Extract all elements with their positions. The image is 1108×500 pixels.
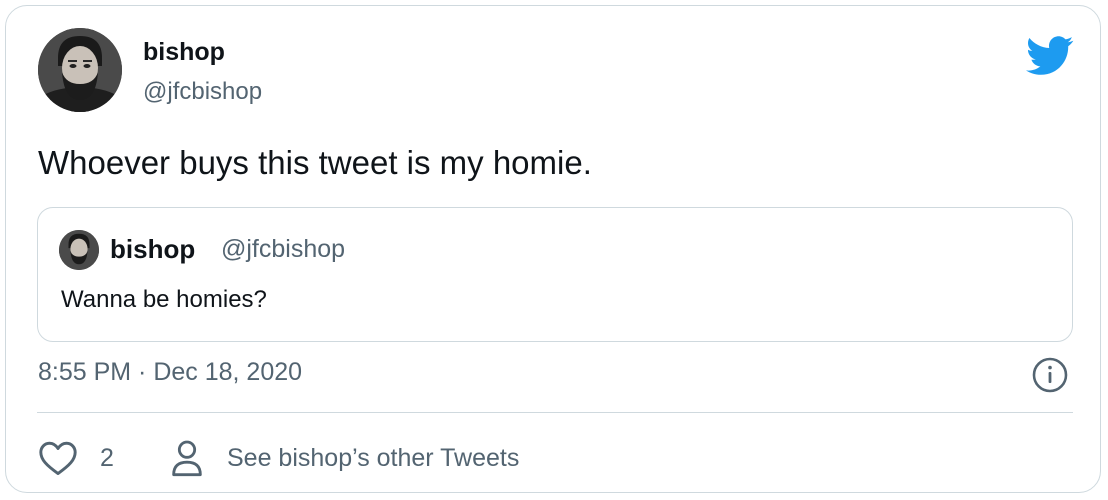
divider [37, 412, 1073, 413]
tweet-timestamp[interactable]: 8:55 PM · Dec 18, 2020 [38, 358, 302, 387]
quoted-tweet-text: Wanna be homies? [61, 286, 267, 313]
like-count: 2 [100, 443, 114, 472]
avatar-image [38, 28, 122, 112]
author-name[interactable]: bishop [143, 38, 225, 67]
quoted-avatar-image [59, 230, 99, 270]
quoted-avatar [59, 230, 99, 270]
quoted-author-name: bishop [110, 234, 196, 264]
tweet-text: Whoever buys this tweet is my homie. [38, 144, 592, 181]
author-handle[interactable]: @jfcbishop [143, 78, 262, 106]
quoted-tweet[interactable]: bishop @jfcbishop Wanna be homies? [37, 207, 1073, 342]
heart-icon [39, 441, 77, 476]
like-button[interactable]: 2 [38, 438, 114, 478]
quoted-author-handle: @jfcbishop [221, 235, 346, 263]
avatar[interactable] [38, 28, 122, 112]
info-icon[interactable] [1030, 355, 1070, 395]
twitter-bird-icon[interactable] [1026, 36, 1074, 76]
person-icon [172, 440, 202, 477]
see-other-tweets-label: See bishop’s other Tweets [227, 443, 520, 472]
see-other-tweets-link[interactable]: See bishop’s other Tweets [169, 438, 519, 478]
tweet-card: bishop @jfcbishop Whoever buys this twee… [5, 5, 1101, 493]
